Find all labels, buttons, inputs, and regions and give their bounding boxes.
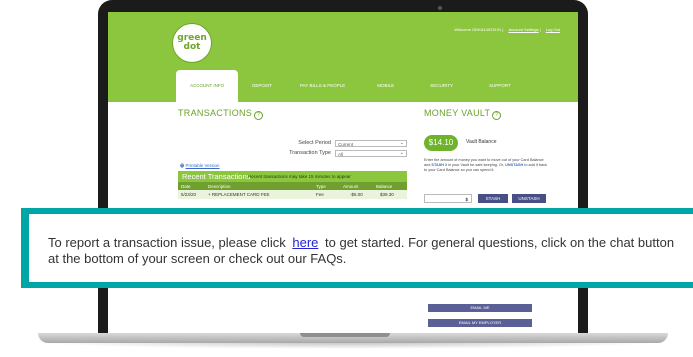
email-employer-button[interactable]: EMAIL MY EMPLOYER xyxy=(428,319,532,327)
laptop-notch xyxy=(300,333,390,337)
unstash-button[interactable]: UNSTASH xyxy=(512,194,546,203)
log-out-link[interactable]: Log Out xyxy=(546,27,560,32)
tab-security[interactable]: SECURITY xyxy=(412,70,471,102)
main-nav: ACCOUNT INFO DEPOSIT PAY BILLS & PEOPLE … xyxy=(176,70,529,102)
money-vault-title: MONEY VAULT? xyxy=(424,108,559,120)
printable-version-link[interactable]: Printable Version xyxy=(186,163,220,168)
vault-desc-part2: it in your Vault for safe keeping. Or, xyxy=(445,163,505,168)
site-header: green dot Welcome GDKA14923191 | Account… xyxy=(108,12,578,102)
row-description: + REPLACEMENT CARD FEE xyxy=(208,192,270,197)
column-date: Date xyxy=(181,184,191,189)
transaction-type-label: Transaction Type xyxy=(289,150,331,156)
row-date: 5/23/20 xyxy=(181,192,197,197)
stash-button[interactable]: STASH xyxy=(478,194,508,203)
recent-transactions-title: Recent Transactions xyxy=(182,172,251,181)
vault-description: Enter the amount of money you want to mo… xyxy=(424,158,549,174)
tab-support[interactable]: SUPPORT xyxy=(471,70,529,102)
green-dot-logo[interactable]: green dot xyxy=(173,24,211,62)
column-type: Type xyxy=(316,184,326,189)
tab-account-info[interactable]: ACCOUNT INFO xyxy=(176,70,239,102)
transaction-issue-banner: To report a transaction issue, please cl… xyxy=(21,208,693,288)
column-description: Description xyxy=(208,184,231,189)
table-row[interactable]: 5/23/20 + REPLACEMENT CARD FEE Fee -$5.0… xyxy=(178,190,407,199)
logo-text-line2: dot xyxy=(183,42,201,52)
camera-icon xyxy=(438,6,442,10)
select-period-row: Select Period Current xyxy=(257,140,407,148)
vault-desc-unstash: UNSTASH xyxy=(505,163,524,168)
banner-message: To report a transaction issue, please cl… xyxy=(48,235,688,266)
printer-icon: 🖶 xyxy=(180,163,185,168)
here-link[interactable]: here xyxy=(292,235,318,250)
recent-transactions-note: Recent transactions may take 15 minutes … xyxy=(248,174,351,179)
transaction-type-row: Transaction Type All xyxy=(257,150,407,158)
vault-desc-stash: STASH xyxy=(431,163,444,168)
money-vault-title-text: MONEY VAULT xyxy=(424,108,491,118)
table-header: Date Description Type Amount Balance xyxy=(178,182,407,190)
account-settings-link[interactable]: Account Settings xyxy=(508,27,538,32)
select-period-label: Select Period xyxy=(298,140,331,146)
stash-amount-input[interactable]: $ xyxy=(424,194,472,203)
tab-mobile[interactable]: MOBILE xyxy=(359,70,412,102)
transactions-title-text: TRANSACTIONS xyxy=(178,108,253,118)
transaction-type-dropdown[interactable]: All xyxy=(335,150,407,157)
row-type: Fee xyxy=(316,192,324,197)
transactions-title: TRANSACTIONS? xyxy=(178,108,407,120)
row-amount: -$5.00 xyxy=(350,192,363,197)
column-amount: Amount xyxy=(343,184,359,189)
banner-text-before: To report a transaction issue, please cl… xyxy=(48,235,286,250)
welcome-text: Welcome GDKA14923191 xyxy=(454,27,502,32)
tab-deposit[interactable]: DEPOSIT xyxy=(238,70,286,102)
row-balance: $39.30 xyxy=(380,192,394,197)
vault-balance-amount: $14.10 xyxy=(424,135,458,151)
select-period-dropdown[interactable]: Current xyxy=(335,140,407,147)
recent-transactions-header: Recent Transactions Recent transactions … xyxy=(178,171,407,182)
vault-balance-label: Vault Balance xyxy=(466,139,497,145)
money-vault-panel: MONEY VAULT? $14.10 Vault Balance Enter … xyxy=(424,108,559,203)
printable-version: 🖶 Printable Version xyxy=(180,162,220,170)
transactions-panel: TRANSACTIONS? Select Period Current Tran… xyxy=(178,108,407,199)
banner-body: To report a transaction issue, please cl… xyxy=(29,214,693,282)
welcome-bar: Welcome GDKA14923191 | Account Settings … xyxy=(454,27,560,32)
tab-pay-bills[interactable]: PAY BILLS & PEOPLE xyxy=(286,70,359,102)
column-balance: Balance xyxy=(376,184,393,189)
email-me-button[interactable]: EMAIL ME xyxy=(428,304,532,312)
help-icon[interactable]: ? xyxy=(254,111,264,120)
help-icon[interactable]: ? xyxy=(492,111,502,120)
